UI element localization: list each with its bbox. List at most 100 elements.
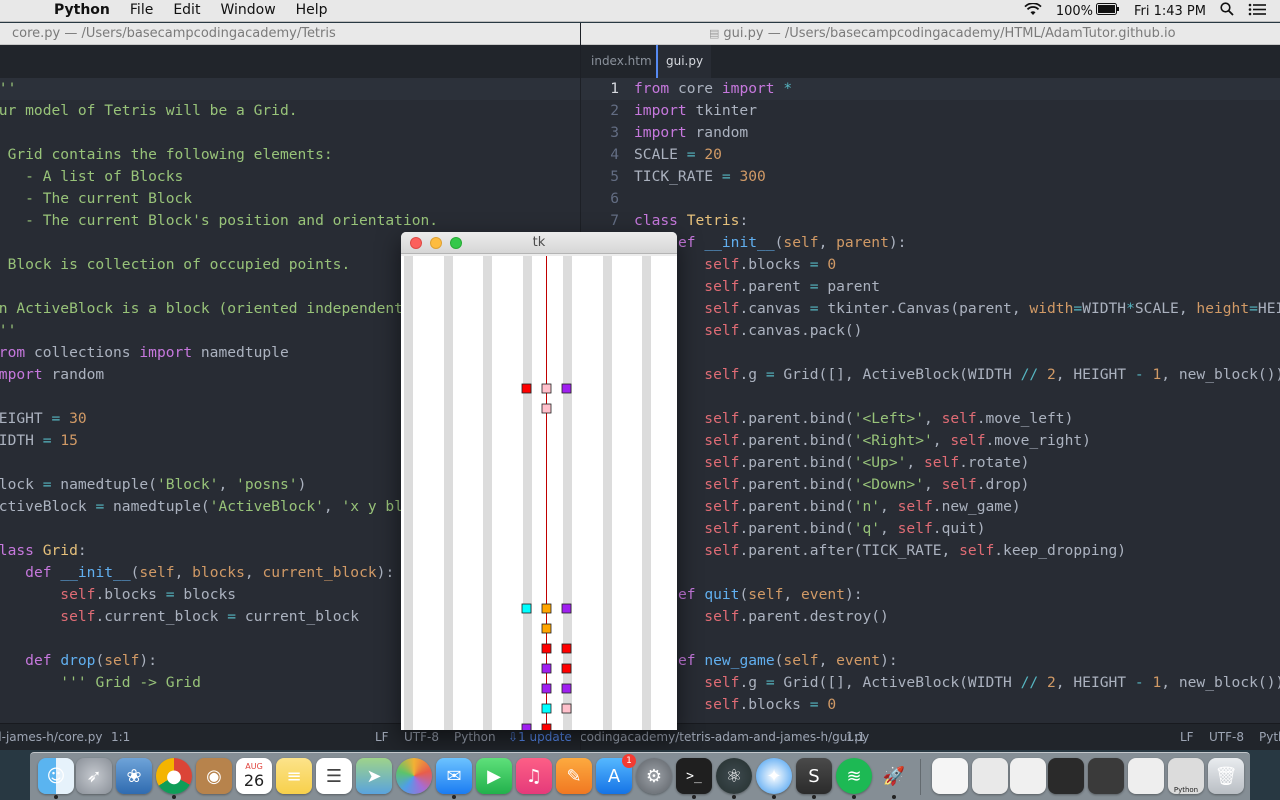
- launchpad-icon[interactable]: ➶: [76, 758, 112, 794]
- grid-column-stripe: [444, 256, 453, 730]
- screenshot-thumbnail-icon[interactable]: [1128, 758, 1164, 794]
- tetris-block-cell: [561, 703, 572, 714]
- preview-icon[interactable]: ❀: [116, 758, 152, 794]
- atom-icon[interactable]: ⚛: [716, 758, 752, 794]
- running-indicator: [732, 795, 736, 799]
- line-number: 1: [610, 80, 619, 97]
- tetris-block-cell: [561, 683, 572, 694]
- grid-column-stripe: [404, 256, 413, 730]
- spotlight-search-icon[interactable]: [1220, 2, 1234, 20]
- finder-icon[interactable]: ☺: [38, 758, 74, 794]
- right-editor-window: ▤ gui.py — /Users/basecampcodingacademy/H…: [580, 23, 1280, 750]
- dock: ☺ ➶ ❀ ● ◉ AUG 26 ≡ ☰ ➤ ✉ ▶ ♫ ✎ A 1 ⚙ >_ ⚛ ✦ S ≋ 🚀 Python 🗑: [30, 752, 1250, 800]
- calendar-icon[interactable]: AUG 26: [236, 758, 272, 794]
- menu-window[interactable]: Window: [220, 2, 275, 18]
- left-status-path[interactable]: d-james-h/core.py: [0, 724, 102, 750]
- maps-icon[interactable]: ➤: [356, 758, 392, 794]
- tetris-block-cell: [541, 643, 552, 654]
- left-status-cursor[interactable]: 1:1: [111, 724, 130, 750]
- chrome-icon[interactable]: ●: [156, 758, 192, 794]
- running-indicator: [172, 795, 176, 799]
- tetris-block-cell: [561, 663, 572, 674]
- running-indicator: [892, 795, 896, 799]
- tetris-block-cell: [521, 723, 532, 730]
- app-store-icon[interactable]: A1: [596, 754, 636, 794]
- calendar-day: 26: [243, 771, 265, 790]
- zoom-window-button[interactable]: [450, 237, 462, 249]
- minimize-window-button[interactable]: [430, 237, 442, 249]
- line-number: 4: [610, 146, 619, 163]
- tetris-block-cell: [541, 663, 552, 674]
- tetris-block-cell: [541, 603, 552, 614]
- tetris-block-cell: [541, 723, 552, 730]
- right-status-grammar[interactable]: Pyth: [1259, 724, 1280, 750]
- safari-icon[interactable]: ✦: [756, 758, 792, 794]
- document-thumbnail-icon[interactable]: [932, 758, 968, 794]
- grid-column-stripe: [642, 256, 651, 730]
- left-status-eol[interactable]: LF: [375, 724, 389, 750]
- battery-percentage: 100%: [1055, 3, 1093, 19]
- menu-file[interactable]: File: [130, 2, 153, 18]
- menu-help[interactable]: Help: [296, 2, 328, 18]
- clock[interactable]: Fri 1:43 PM: [1134, 4, 1206, 19]
- menu-app-python[interactable]: Python: [54, 2, 110, 18]
- right-status-bar: codingacademy/tetris-adam-and-james-h/gu…: [581, 723, 1280, 750]
- tetris-canvas[interactable]: [401, 256, 677, 730]
- menu-edit[interactable]: Edit: [173, 2, 200, 18]
- tk-window-title: tk: [532, 235, 546, 250]
- trash-icon[interactable]: 🗑: [1208, 758, 1244, 794]
- tetris-block-cell: [561, 643, 572, 654]
- right-status-eol[interactable]: LF: [1180, 724, 1194, 750]
- right-status-encoding[interactable]: UTF-8: [1209, 724, 1244, 750]
- reminders-icon[interactable]: ☰: [316, 758, 352, 794]
- screenshot-thumbnail-icon[interactable]: [1010, 758, 1046, 794]
- tetris-block-cell: [541, 683, 552, 694]
- itunes-icon[interactable]: ♫: [516, 758, 552, 794]
- tk-title-bar[interactable]: tk: [401, 232, 677, 254]
- line-number: 6: [610, 190, 619, 207]
- spotify-icon[interactable]: ≋: [836, 758, 872, 794]
- terminal-icon[interactable]: >_: [676, 758, 712, 794]
- right-tab-bar: index.htm ● gui.py: [581, 45, 1280, 101]
- close-window-button[interactable]: [410, 237, 422, 249]
- line-number: 5: [610, 168, 619, 185]
- screenshot-thumbnail-icon[interactable]: [972, 758, 1008, 794]
- left-tab-bar: [0, 45, 580, 78]
- wifi-icon[interactable]: [1024, 1, 1042, 20]
- tab-gui-py[interactable]: gui.py: [656, 45, 711, 78]
- screenshot-thumbnail-icon[interactable]: [1088, 758, 1124, 794]
- notes-icon[interactable]: ≡: [276, 758, 312, 794]
- grid-column-stripe: [523, 256, 532, 730]
- terminal-thumbnail-icon[interactable]: [1048, 758, 1084, 794]
- grid-column-stripe: [563, 256, 572, 730]
- tetris-block-cell: [541, 623, 552, 634]
- python-window-thumbnail-icon[interactable]: Python: [1168, 758, 1204, 794]
- running-indicator: [772, 795, 776, 799]
- facetime-icon[interactable]: ▶: [476, 758, 512, 794]
- battery-icon[interactable]: [1095, 3, 1120, 19]
- rocket-icon[interactable]: 🚀: [876, 758, 912, 794]
- right-code-area[interactable]: 1 from core import * 2 import tkinter 3 imp…: [581, 78, 1280, 716]
- dock-separator: [920, 759, 921, 795]
- right-window-title: ▤ gui.py — /Users/basecampcodingacademy/H…: [581, 23, 1280, 45]
- tetris-block-cell: [561, 603, 572, 614]
- running-indicator: [692, 795, 696, 799]
- notification-center-icon[interactable]: [1248, 3, 1266, 20]
- running-indicator: [852, 795, 856, 799]
- tetris-block-cell: [561, 383, 572, 394]
- line-number: 7: [610, 212, 619, 229]
- system-preferences-icon[interactable]: ⚙: [636, 758, 672, 794]
- python-thumbnail-label: Python: [1173, 786, 1199, 794]
- running-indicator: [812, 795, 816, 799]
- ibooks-icon[interactable]: ✎: [556, 758, 592, 794]
- photos-icon[interactable]: [396, 758, 432, 794]
- menu-bar: Python File Edit Window Help 100% Fri 1:…: [0, 0, 1280, 22]
- line-number: 2: [610, 102, 619, 119]
- right-status-cursor[interactable]: 1:1: [846, 724, 865, 750]
- sublime-text-icon[interactable]: S: [796, 758, 832, 794]
- contacts-icon[interactable]: ◉: [196, 758, 232, 794]
- tetris-block-cell: [521, 383, 532, 394]
- tab-index-htm[interactable]: index.htm ●: [581, 45, 656, 101]
- messages-icon[interactable]: ✉: [436, 758, 472, 794]
- tk-window: tk: [401, 232, 677, 730]
